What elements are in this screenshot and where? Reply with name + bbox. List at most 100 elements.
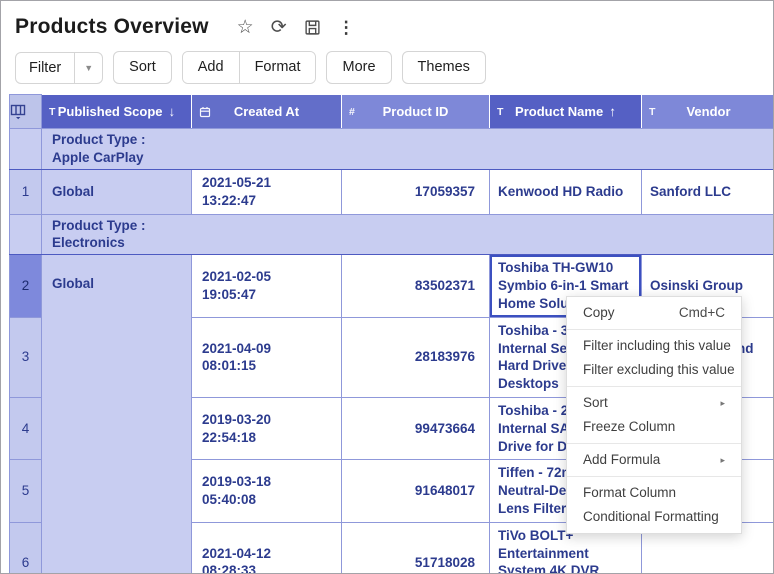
menu-label: Copy: [583, 305, 615, 321]
cell-created-at[interactable]: 2021-05-21 13:22:47: [192, 170, 342, 215]
cell-published-scope-merged[interactable]: Global: [42, 255, 192, 574]
group-value: Apple CarPlay: [52, 149, 765, 167]
cell-product-id[interactable]: 83502371: [342, 255, 490, 317]
time-line: 22:54:18: [202, 429, 331, 447]
date-line: 2021-05-21: [202, 174, 331, 192]
menu-separator: [567, 443, 741, 444]
number-type-icon: #: [349, 106, 355, 118]
select-all-corner[interactable]: [10, 95, 42, 129]
menu-item-filter-excluding[interactable]: Filter excluding this value: [567, 358, 741, 382]
title-actions: ☆ ⟳ ⋮: [237, 18, 355, 37]
cell-created-at[interactable]: 2021-02-05 19:05:47: [192, 255, 342, 317]
save-icon[interactable]: [304, 19, 321, 36]
text-type-icon: T: [49, 106, 55, 118]
time-line: 19:05:47: [202, 286, 331, 304]
cell-created-at[interactable]: 2019-03-18 05:40:08: [192, 460, 342, 522]
cell-product-id[interactable]: 91648017: [342, 460, 490, 522]
filter-split-button: Filter ▼: [15, 52, 103, 84]
calendar-icon: [199, 106, 211, 118]
cell-product-id[interactable]: 28183976: [342, 317, 490, 397]
date-line: 2021-04-12: [202, 545, 331, 563]
time-line: 08:01:15: [202, 357, 331, 375]
group-row-number-cell: [10, 214, 42, 255]
menu-shortcut: Cmd+C: [679, 305, 725, 321]
cell-created-at[interactable]: 2019-03-20 22:54:18: [192, 397, 342, 459]
row-number[interactable]: 4: [10, 397, 42, 459]
group-prefix: Product Type :: [52, 131, 765, 149]
column-header-product-id[interactable]: # Product ID: [342, 95, 490, 129]
cell-vendor[interactable]: Sanford LLC: [642, 170, 774, 215]
column-header-vendor[interactable]: T Vendor: [642, 95, 774, 129]
submenu-arrow-icon: ▸: [720, 452, 725, 468]
menu-item-filter-including[interactable]: Filter including this value: [567, 334, 741, 358]
star-icon[interactable]: ☆: [237, 18, 254, 37]
cell-product-name[interactable]: Kenwood HD Radio: [490, 170, 642, 215]
column-label: Product ID: [383, 104, 449, 119]
row-number[interactable]: 2: [10, 255, 42, 317]
row-number[interactable]: 1: [10, 170, 42, 215]
menu-item-sort[interactable]: Sort ▸: [567, 391, 741, 415]
column-header-published-scope[interactable]: T Published Scope↓: [42, 95, 192, 129]
menu-label: Filter excluding this value: [583, 362, 735, 378]
time-line: 08:28:33: [202, 562, 331, 574]
toolbar: Filter ▼ Sort Add Format More Themes: [1, 41, 773, 94]
group-value: Electronics: [52, 234, 765, 252]
filter-button[interactable]: Filter: [16, 53, 74, 83]
group-label-cell: Product Type : Apple CarPlay: [42, 129, 774, 170]
context-menu: Copy Cmd+C Filter including this value F…: [566, 296, 742, 534]
column-label: Vendor: [686, 104, 730, 119]
column-label: Product Name: [515, 104, 603, 119]
add-format-group: Add Format: [182, 51, 317, 84]
cell-product-id[interactable]: 17059357: [342, 170, 490, 215]
time-line: 05:40:08: [202, 491, 331, 509]
kebab-menu-icon[interactable]: ⋮: [338, 19, 355, 36]
menu-item-add-formula[interactable]: Add Formula ▸: [567, 448, 741, 472]
date-line: 2021-02-05: [202, 268, 331, 286]
menu-item-copy[interactable]: Copy Cmd+C: [567, 301, 741, 325]
menu-item-conditional-formatting[interactable]: Conditional Formatting: [567, 505, 741, 529]
date-line: 2019-03-18: [202, 473, 331, 491]
column-header-created-at[interactable]: Created At: [192, 95, 342, 129]
sort-button[interactable]: Sort: [113, 51, 172, 84]
themes-button[interactable]: Themes: [402, 51, 486, 84]
cell-product-id[interactable]: 99473664: [342, 397, 490, 459]
group-row-apple-carplay[interactable]: Product Type : Apple CarPlay: [10, 129, 774, 170]
add-button[interactable]: Add: [183, 52, 239, 83]
menu-label: Add Formula: [583, 452, 660, 468]
group-row-number-cell: [10, 129, 42, 170]
text-type-icon: T: [497, 106, 503, 118]
filter-caret-icon[interactable]: ▼: [74, 53, 102, 83]
cell-product-id[interactable]: 51718028: [342, 522, 490, 574]
menu-item-format-column[interactable]: Format Column: [567, 481, 741, 505]
table-row: 1 Global 2021-05-21 13:22:47 17059357 Ke…: [10, 170, 774, 215]
menu-label: Filter including this value: [583, 338, 731, 354]
submenu-arrow-icon: ▸: [720, 395, 725, 411]
row-number[interactable]: 3: [10, 317, 42, 397]
menu-item-freeze-column[interactable]: Freeze Column: [567, 415, 741, 439]
sort-asc-icon: ↑: [609, 104, 616, 119]
format-button[interactable]: Format: [239, 52, 316, 83]
text-type-icon: T: [649, 106, 655, 118]
cell-created-at[interactable]: 2021-04-09 08:01:15: [192, 317, 342, 397]
row-number[interactable]: 6: [10, 522, 42, 574]
column-label: Created At: [234, 104, 299, 119]
more-button[interactable]: More: [326, 51, 391, 84]
column-header-product-name[interactable]: T Product Name ↑: [490, 95, 642, 129]
menu-label: Conditional Formatting: [583, 509, 719, 525]
refresh-icon[interactable]: ⟳: [271, 18, 287, 37]
cell-published-scope[interactable]: Global: [42, 170, 192, 215]
app-window: Products Overview ☆ ⟳ ⋮ Filter ▼ Sort Ad…: [0, 0, 774, 574]
time-line: 13:22:47: [202, 192, 331, 210]
page-title: Products Overview: [15, 15, 209, 39]
row-number[interactable]: 5: [10, 460, 42, 522]
date-line: 2021-04-09: [202, 340, 331, 358]
menu-separator: [567, 386, 741, 387]
group-row-electronics[interactable]: Product Type : Electronics: [10, 214, 774, 255]
table-grid-icon: [10, 104, 41, 120]
title-bar: Products Overview ☆ ⟳ ⋮: [1, 1, 773, 41]
header-row: T Published Scope↓ Created At: [10, 95, 774, 129]
cell-created-at[interactable]: 2021-04-12 08:28:33: [192, 522, 342, 574]
group-prefix: Product Type :: [52, 217, 765, 235]
sort-desc-icon: ↓: [169, 104, 176, 119]
menu-label: Format Column: [583, 485, 676, 501]
